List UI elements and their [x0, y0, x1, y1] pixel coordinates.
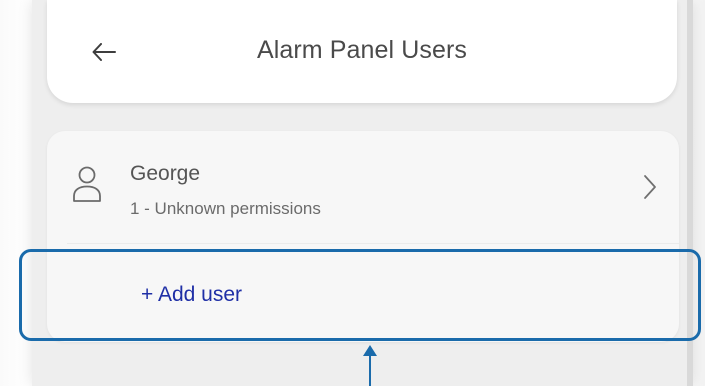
users-list-card: George 1 - Unknown permissions + Add use… [47, 131, 679, 342]
user-name: George [130, 162, 201, 185]
add-user-button[interactable]: + Add user [141, 283, 242, 307]
app-screen: Alarm Panel Users George 1 - Unknown per… [32, 0, 693, 386]
app-header: Alarm Panel Users [47, 0, 677, 103]
chevron-right-icon [644, 175, 656, 199]
page-title: Alarm Panel Users [256, 36, 468, 64]
user-permissions: 1 - Unknown permissions [130, 199, 321, 218]
user-outline-icon [73, 166, 101, 202]
row-divider [67, 243, 679, 244]
user-row-george[interactable]: George 1 - Unknown permissions [47, 131, 679, 243]
